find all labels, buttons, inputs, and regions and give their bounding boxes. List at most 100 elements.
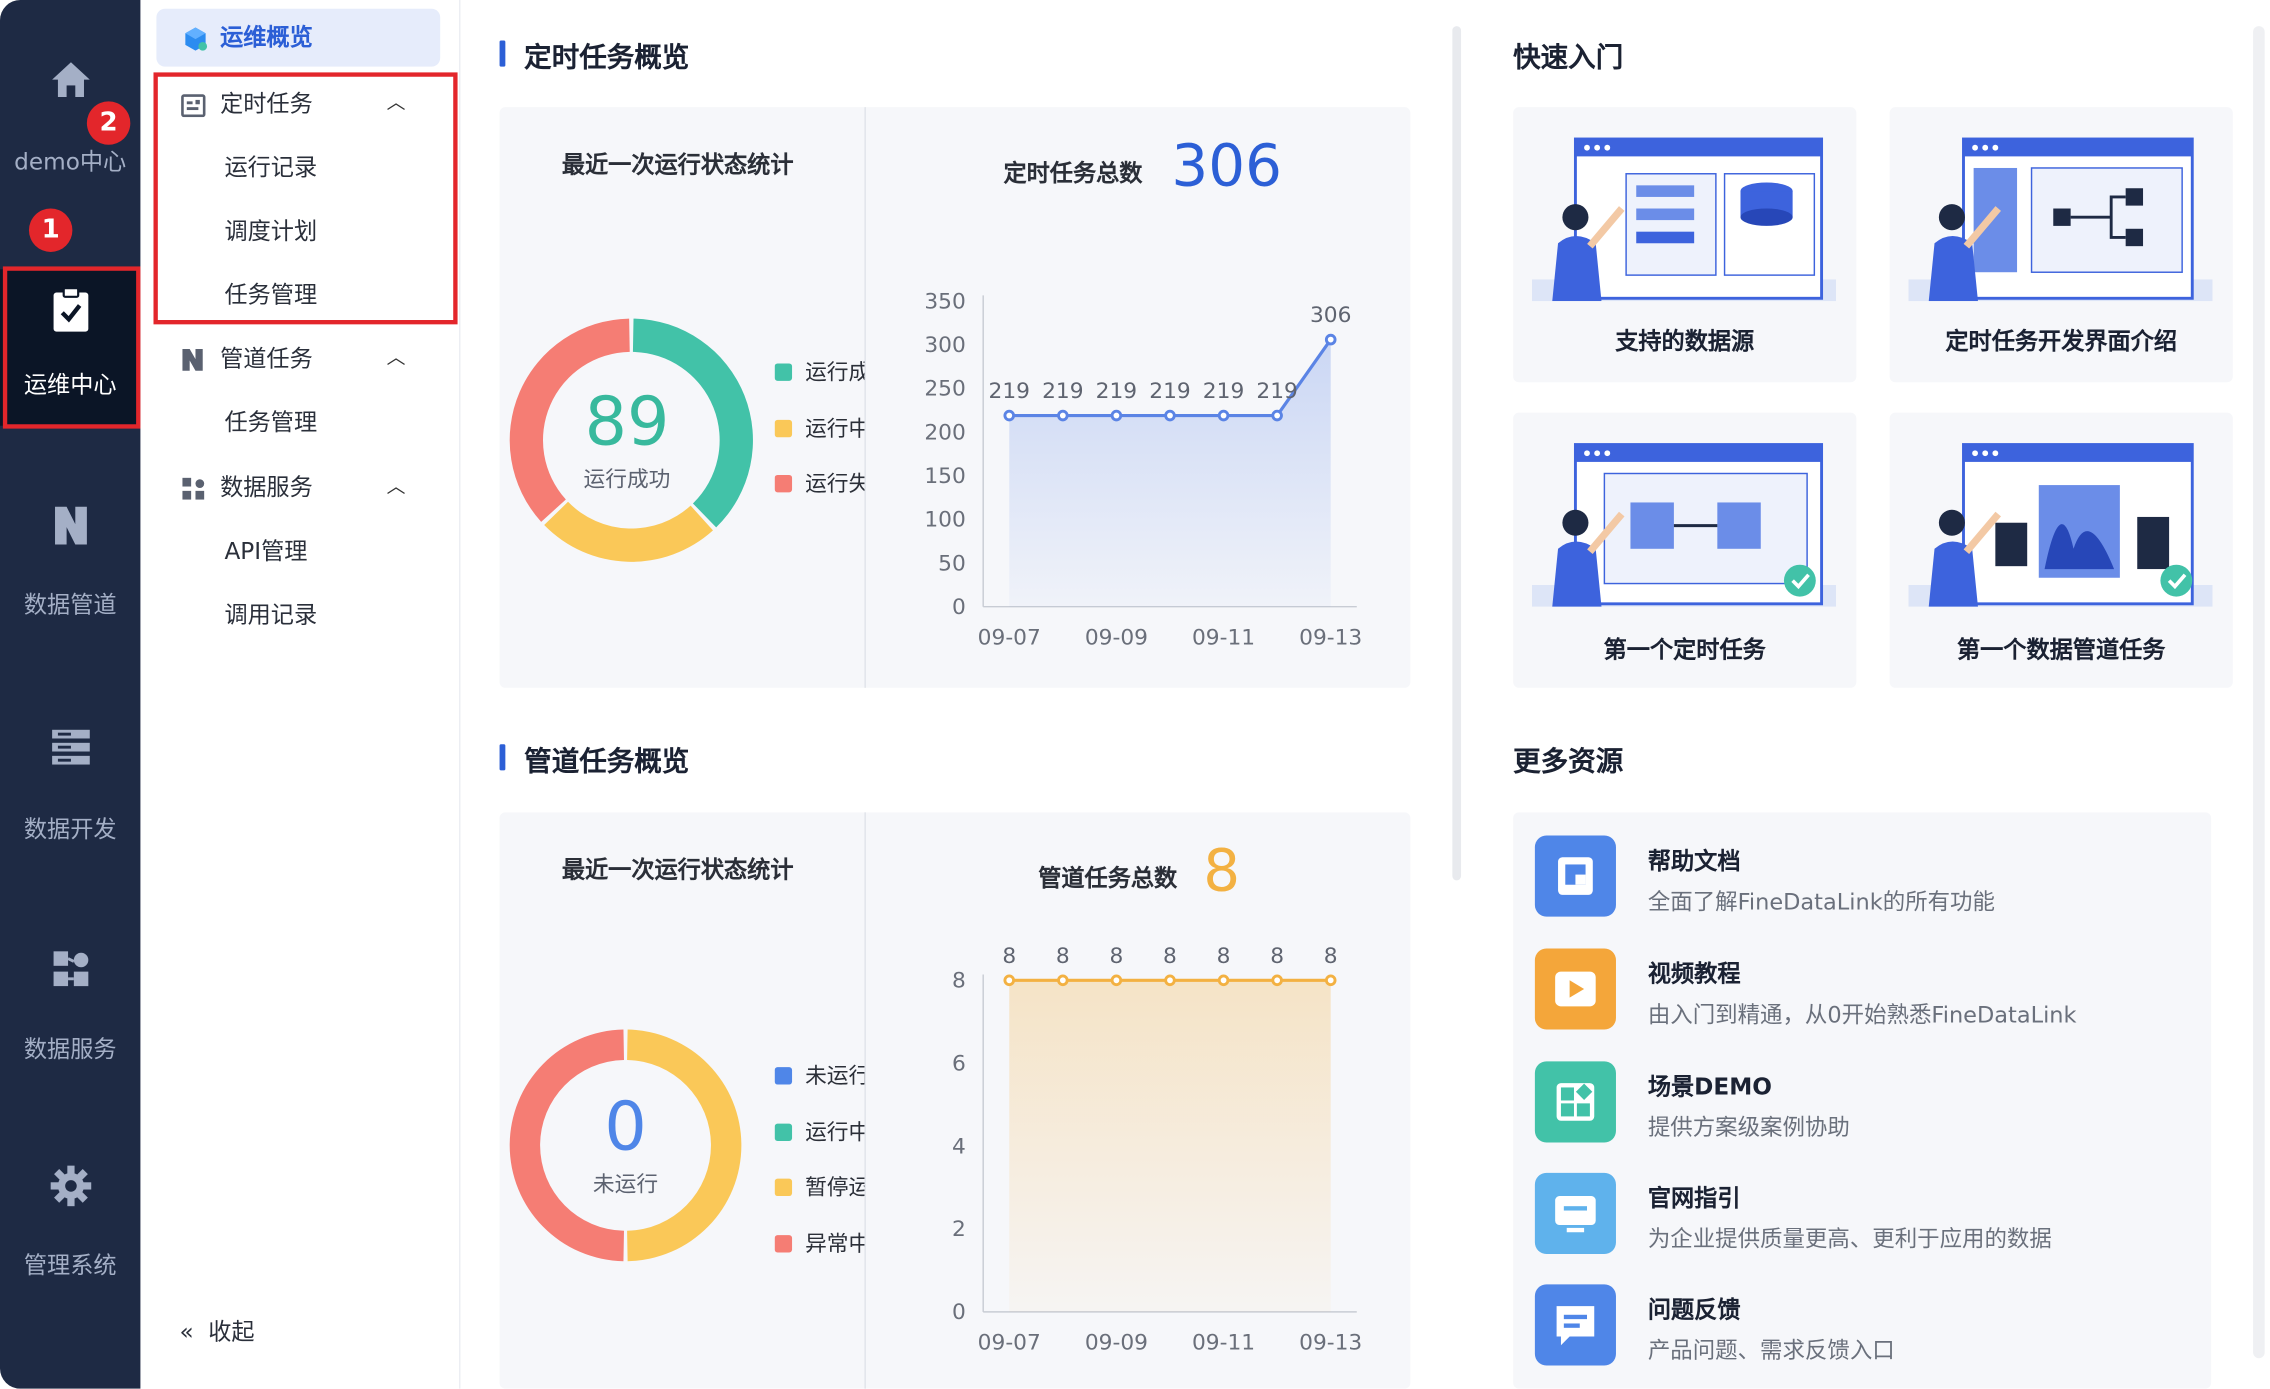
- panel-divider: [864, 107, 866, 688]
- grid-icon: [1534, 1061, 1616, 1143]
- line-chart-timed: 0 50 100 150 200 250 300 350 09-07 09-09 09-11 09-1…: [924, 289, 1362, 650]
- pipe-panel: 最近一次运行状态统计 0 未运行 未运行 运行中 暂停运行 异常中断 管道任务总…: [499, 812, 1411, 1389]
- legend-swatch: [774, 1067, 793, 1085]
- illustration-first-task-icon: [1531, 443, 1837, 607]
- y-tick-label: 300: [924, 333, 965, 358]
- legend-item: 暂停运行: [774, 1171, 864, 1227]
- resource-list: 帮助文档 全面了解FineDataLink的所有功能 视频教程 由入门到精通，从…: [1513, 812, 2212, 1389]
- double-chevron-left-icon: «: [179, 1317, 194, 1346]
- card-caption: 支持的数据源: [1615, 327, 1755, 355]
- legend-label: 未运行: [805, 1062, 865, 1089]
- data-point: [1164, 974, 1176, 987]
- legend-label: 运行失败: [805, 470, 864, 497]
- legend-swatch: [774, 1178, 793, 1197]
- nav-item-api-manage[interactable]: API管理: [224, 523, 307, 581]
- legend-item: 运行中: [774, 1116, 864, 1172]
- resource-website-guide[interactable]: 官网指引 为企业提供质量更高、更利于应用的数据: [1534, 1172, 2201, 1260]
- quick-card-first-timed[interactable]: 第一个定时任务: [1513, 412, 1857, 688]
- stat-label: 最近一次运行状态统计: [561, 855, 794, 884]
- data-label: 8: [1056, 944, 1070, 969]
- donut-value: 89: [584, 382, 670, 461]
- timed-panel: 最近一次运行状态统计 89 运行成功 运行成功 运行中 运行失败 定时任务总数 …: [499, 107, 1411, 688]
- data-service-icon: [182, 477, 205, 500]
- rail-item-service[interactable]: 数据服务: [0, 948, 140, 1064]
- rail-item-dev[interactable]: 数据开发: [0, 728, 140, 844]
- highlight-box-timed: [153, 72, 458, 325]
- rail-item-pipeline[interactable]: 数据管道: [0, 504, 140, 620]
- resource-feedback[interactable]: 问题反馈 产品问题、需求反馈入口: [1534, 1284, 2201, 1371]
- rail-label: 数据服务: [23, 1035, 117, 1063]
- data-point: [1271, 974, 1283, 987]
- donut-slice: [544, 501, 713, 562]
- highlight-box-ops: [2, 266, 141, 429]
- quick-card-timed-intro[interactable]: 定时任务开发界面介绍: [1889, 107, 2233, 383]
- nav-item-overview[interactable]: 运维概览: [156, 8, 441, 67]
- y-tick-label: 200: [924, 420, 965, 445]
- card-caption: 第一个定时任务: [1603, 635, 1766, 664]
- rail-label: 数据开发: [23, 815, 117, 843]
- resource-title: 帮助文档: [1647, 847, 1741, 875]
- collapse-button[interactable]: « 收起: [180, 1312, 255, 1347]
- nav-group-service[interactable]: 数据服务 ︿: [140, 459, 459, 517]
- quick-card-first-pipe[interactable]: 第一个数据管道任务: [1889, 412, 2233, 688]
- scrollbar-main[interactable]: [1452, 26, 1462, 881]
- legend-label: 运行成功: [805, 359, 864, 386]
- nav-group-pipeline[interactable]: 管道任务 ︿: [140, 330, 459, 388]
- legend-item: 运行中: [774, 412, 865, 468]
- legend-swatch: [774, 419, 793, 437]
- section-accent: [499, 40, 506, 67]
- legend-label: 暂停运行: [805, 1174, 864, 1201]
- x-tick-label: 09-09: [1085, 625, 1148, 650]
- nav-item-pipe-task-manage[interactable]: 任务管理: [224, 394, 317, 452]
- resource-scene-demo[interactable]: 场景DEMO 提供方案级案例协助: [1534, 1061, 2201, 1148]
- resource-desc: 由入门到精通，从0开始熟悉FineDataLink: [1647, 1002, 2077, 1029]
- resource-title: 视频教程: [1647, 960, 1741, 988]
- legend-item: 未运行: [774, 1060, 865, 1116]
- legend-swatch: [774, 1234, 793, 1252]
- home-icon: [51, 62, 90, 98]
- scrollbar-right[interactable]: [2253, 26, 2265, 1359]
- x-tick-label: 09-07: [978, 1331, 1041, 1356]
- illustration-flow-icon: [1908, 137, 2213, 302]
- data-label: 8: [1270, 944, 1284, 969]
- y-tick-label: 250: [924, 377, 965, 402]
- quick-card-datasource[interactable]: 支持的数据源: [1513, 107, 1857, 383]
- y-tick-label: 4: [952, 1134, 966, 1159]
- section-title-more: 更多资源: [1513, 745, 1624, 778]
- x-tick-label: 09-11: [1192, 625, 1255, 650]
- legend-item: 运行失败: [774, 468, 864, 524]
- section-title-quick: 快速入门: [1513, 41, 1624, 74]
- resource-desc: 产品问题、需求反馈入口: [1647, 1337, 1895, 1365]
- data-label: 8: [1002, 944, 1016, 969]
- sub-nav: 运维概览 定时任务 ︿ 运行记录 调度计划 任务管理 管道任务 ︿ 任务管理 数…: [140, 0, 461, 1389]
- panel-divider: [864, 812, 866, 1389]
- stat-label: 最近一次运行状态统计: [561, 150, 794, 179]
- resource-desc: 为企业提供质量更高、更利于应用的数据: [1647, 1226, 2052, 1253]
- rail-label: 管理系统: [23, 1251, 117, 1279]
- total-label: 管道任务总数: [1038, 864, 1178, 892]
- data-label: 219: [989, 379, 1030, 404]
- x-tick-label: 09-13: [1299, 1331, 1362, 1356]
- feedback-icon: [1534, 1284, 1616, 1366]
- resource-video-tutorial[interactable]: 视频教程 由入门到精通，从0开始熟悉FineDataLink: [1534, 948, 2201, 1035]
- y-tick-label: 0: [952, 1300, 966, 1325]
- legend-label: 运行中: [805, 414, 865, 441]
- resource-help-docs[interactable]: 帮助文档 全面了解FineDataLink的所有功能: [1534, 835, 2201, 922]
- nav-item-call-records[interactable]: 调用记录: [224, 586, 317, 644]
- pipeline-icon: [54, 506, 87, 545]
- section-accent: [499, 744, 506, 771]
- data-point: [1003, 409, 1016, 422]
- donut-value: 0: [604, 1087, 647, 1166]
- y-tick-label: 100: [924, 508, 965, 533]
- nav-group-label: 数据服务: [220, 473, 313, 502]
- y-tick-label: 8: [952, 969, 966, 994]
- data-point: [1324, 333, 1337, 346]
- x-tick-label: 09-09: [1085, 1331, 1148, 1356]
- line-chart-pipe: 0 2 4 6 8 09-07 09-09 09-11 09-13 8 8 8 8 8 8 8: [952, 944, 1362, 1356]
- rail-item-admin[interactable]: 管理系统: [0, 1164, 140, 1280]
- legend-swatch: [774, 1122, 793, 1141]
- data-label: 8: [1109, 944, 1123, 969]
- rail-label: 数据管道: [23, 590, 117, 619]
- donut-caption: 运行成功: [583, 466, 671, 493]
- book-icon: [1534, 835, 1616, 917]
